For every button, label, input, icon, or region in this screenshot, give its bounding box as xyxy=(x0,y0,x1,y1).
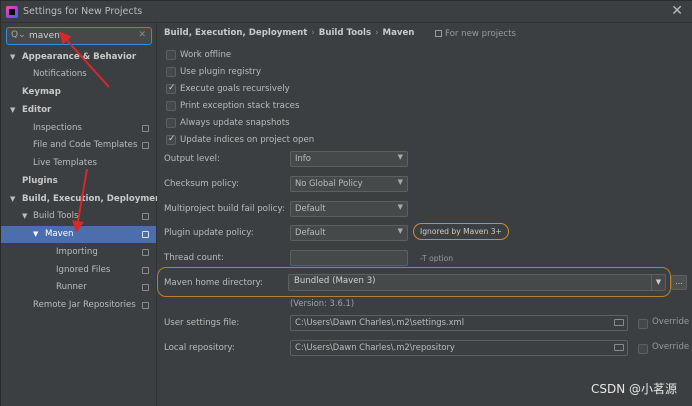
breadcrumb-part: Build Tools xyxy=(318,28,372,38)
expand-arrow-icon[interactable]: ▼ xyxy=(22,208,27,225)
search-input[interactable] xyxy=(29,30,129,42)
settings-sidebar: Q⌄ ✕ ▼ Appearance & Behavior Notificatio… xyxy=(1,23,165,406)
chevron-down-icon[interactable]: ▼ xyxy=(651,275,665,290)
tree-item-keymap[interactable]: Keymap xyxy=(1,84,156,101)
settings-search-box[interactable]: Q⌄ ✕ xyxy=(6,27,152,45)
ignored-by-maven-badge: Ignored by Maven 3+ xyxy=(413,223,509,240)
maven-version-label: (Version: 3.6.1) xyxy=(290,298,355,308)
maven-home-label: Maven home directory: xyxy=(164,278,264,288)
title-bar: Settings for New Projects ✕ xyxy=(1,1,692,23)
checkbox-box[interactable] xyxy=(166,101,176,111)
tree-item-remote-jar-repositories[interactable]: Remote Jar Repositories xyxy=(1,297,156,314)
plugin-update-policy-label: Plugin update policy: xyxy=(164,228,254,238)
tree-item-ignored-files[interactable]: Ignored Files xyxy=(1,262,156,279)
tree-item-build-tools[interactable]: ▼ Build Tools xyxy=(1,208,156,225)
checkbox-box[interactable] xyxy=(166,118,176,128)
expand-arrow-icon[interactable]: ▼ xyxy=(10,191,15,208)
expand-arrow-icon[interactable]: ▼ xyxy=(10,49,15,66)
output-level-select[interactable]: Info ▼ xyxy=(290,151,408,167)
expand-arrow-icon[interactable]: ▼ xyxy=(33,226,38,243)
maven-home-select[interactable]: Bundled (Maven 3) ▼ xyxy=(288,274,666,291)
checkbox-box[interactable] xyxy=(166,81,176,95)
project-scope-icon xyxy=(142,125,149,132)
multiproject-policy-select[interactable]: Default ▼ xyxy=(290,201,408,217)
expand-arrow-icon[interactable]: ▼ xyxy=(10,102,15,119)
intellij-logo-icon xyxy=(6,6,18,18)
tree-item-editor[interactable]: ▼ Editor xyxy=(1,102,156,119)
local-repository-label: Local repository: xyxy=(164,343,235,353)
tree-item-importing[interactable]: Importing xyxy=(1,244,156,261)
output-level-label: Output level: xyxy=(164,154,220,164)
thread-count-label: Thread count: xyxy=(164,253,224,263)
checkbox-box[interactable] xyxy=(166,50,176,60)
chevron-down-icon: ▼ xyxy=(397,227,403,235)
checkbox-box[interactable] xyxy=(166,67,176,77)
user-settings-input[interactable]: C:\Users\Dawn Charles\.m2\settings.xml xyxy=(290,315,628,331)
breadcrumb-part: Maven xyxy=(382,28,415,38)
checksum-policy-label: Checksum policy: xyxy=(164,179,240,189)
checkbox-box[interactable] xyxy=(638,319,648,329)
browse-maven-home-button[interactable]: ... xyxy=(671,275,687,290)
search-icon: Q⌄ xyxy=(11,30,26,40)
tree-item-maven[interactable]: ▼ Maven xyxy=(1,226,156,243)
checksum-policy-select[interactable]: No Global Policy ▼ xyxy=(290,176,408,192)
user-settings-label: User settings file: xyxy=(164,318,240,328)
settings-window: Settings for New Projects ✕ Q⌄ ✕ ▼ Appea… xyxy=(0,0,692,406)
local-repository-input[interactable]: C:\Users\Dawn Charles\.m2\repository xyxy=(290,340,628,356)
tree-item-plugins[interactable]: Plugins xyxy=(1,173,156,190)
project-scope-icon xyxy=(142,267,149,274)
chevron-down-icon: ▼ xyxy=(397,153,403,161)
plugin-update-policy-select[interactable]: Default ▼ xyxy=(290,225,408,241)
tree-item-appearance-behavior[interactable]: ▼ Appearance & Behavior xyxy=(1,49,156,66)
project-scope-icon xyxy=(142,302,149,309)
tree-item-build-execution-deployment[interactable]: ▼ Build, Execution, Deployment xyxy=(1,191,165,208)
checkbox-box[interactable] xyxy=(638,344,648,354)
project-scope-icon xyxy=(142,249,149,256)
close-icon[interactable]: ✕ xyxy=(671,3,683,19)
folder-icon[interactable] xyxy=(614,319,624,326)
project-scope-icon xyxy=(142,142,149,149)
breadcrumb-part: Build, Execution, Deployment xyxy=(164,28,308,38)
project-scope-icon xyxy=(142,231,149,238)
clear-search-icon[interactable]: ✕ xyxy=(138,30,146,40)
project-scope-icon xyxy=(142,284,149,291)
tree-item-live-templates[interactable]: Live Templates xyxy=(1,155,156,172)
window-title: Settings for New Projects xyxy=(23,6,143,17)
thread-count-input[interactable] xyxy=(290,250,408,266)
tree-item-inspections[interactable]: Inspections xyxy=(1,120,156,137)
chevron-down-icon: ▼ xyxy=(397,203,403,211)
maven-settings-panel: Build, Execution, Deployment › Build Tools… xyxy=(157,23,692,406)
checkbox-box[interactable] xyxy=(166,132,176,146)
project-scope-icon xyxy=(142,213,149,220)
tree-item-notifications[interactable]: Notifications xyxy=(1,66,156,83)
breadcrumb-separator: › xyxy=(311,28,315,38)
csdn-watermark: CSDN @小茗源 xyxy=(590,382,677,396)
breadcrumb-separator: › xyxy=(375,28,379,38)
thread-count-hint: -T option xyxy=(420,254,454,263)
chevron-down-icon: ▼ xyxy=(397,178,403,186)
breadcrumb: Build, Execution, Deployment › Build Tools… xyxy=(164,28,414,42)
scope-label: For new projects xyxy=(435,29,516,39)
tree-item-runner[interactable]: Runner xyxy=(1,279,156,296)
folder-icon[interactable] xyxy=(614,344,624,351)
tree-item-file-code-templates[interactable]: File and Code Templates xyxy=(1,137,156,154)
project-scope-icon xyxy=(435,30,442,37)
multiproject-policy-label: Multiproject build fail policy: xyxy=(164,204,285,214)
